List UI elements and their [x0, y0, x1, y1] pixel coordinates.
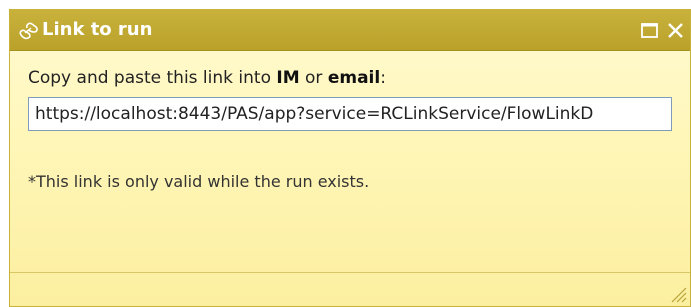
link-to-run-dialog: Link to run Copy and paste this link int…	[9, 9, 691, 307]
dialog-titlebar[interactable]: Link to run	[10, 10, 690, 51]
link-icon	[18, 20, 40, 40]
close-icon[interactable]	[666, 20, 686, 40]
resize-grip-icon[interactable]	[666, 282, 688, 304]
instruction-or: or	[299, 68, 328, 88]
instruction-email: email	[327, 68, 381, 88]
link-field[interactable]: https://localhost:8443/PAS/app?service=R…	[28, 97, 672, 131]
instruction-prefix: Copy and paste this link into	[28, 68, 277, 88]
instruction-im: IM	[276, 68, 300, 88]
footer-divider	[10, 272, 690, 273]
dialog-title: Link to run	[42, 19, 153, 40]
instruction-suffix: :	[380, 68, 386, 88]
instruction-text: Copy and paste this link into IM or emai…	[28, 67, 386, 89]
maximize-icon[interactable]	[640, 20, 660, 40]
validity-note: *This link is only valid while the run e…	[28, 172, 370, 191]
